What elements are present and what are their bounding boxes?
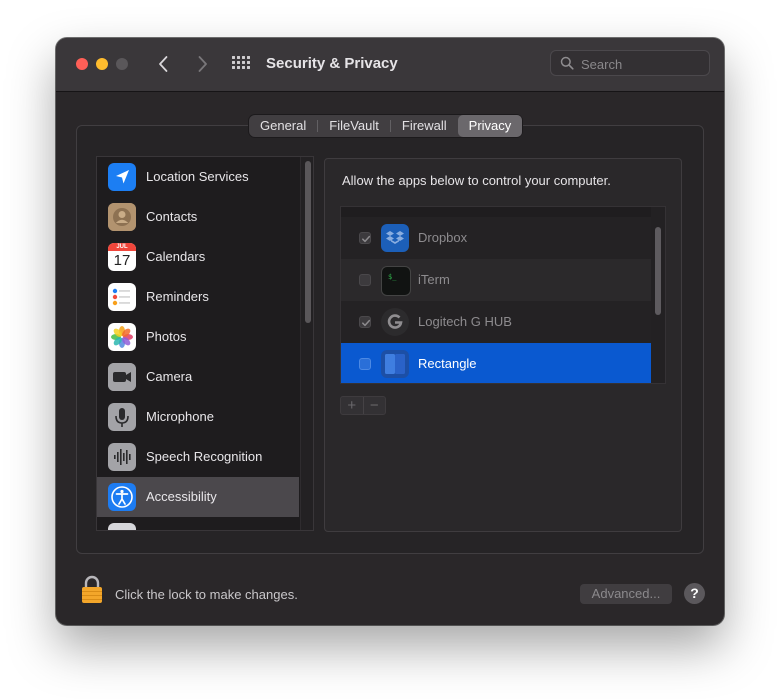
search-input[interactable] xyxy=(579,54,703,74)
panel-description: Allow the apps below to control your com… xyxy=(342,173,611,188)
sidebar-item-speech-recognition[interactable]: Speech Recognition xyxy=(97,437,299,477)
add-app-button[interactable]: + xyxy=(341,397,363,414)
location-arrow-icon xyxy=(108,163,136,191)
sidebar-item-label: Speech Recognition xyxy=(146,449,263,464)
sidebar-item-microphone[interactable]: Microphone xyxy=(97,397,299,437)
accessibility-icon xyxy=(108,483,136,511)
app-list-scroll-thumb[interactable] xyxy=(655,227,661,315)
list-item[interactable]: Dropbox xyxy=(341,217,651,259)
tab-privacy[interactable]: Privacy xyxy=(457,115,523,137)
remove-app-button[interactable]: − xyxy=(364,397,386,414)
sidebar-item-accessibility[interactable]: Accessibility xyxy=(97,477,299,517)
sidebar-item-contacts[interactable]: Contacts xyxy=(97,197,299,237)
checkmark-icon xyxy=(362,319,371,327)
svg-text:$_: $_ xyxy=(388,273,397,281)
zoom-window-button[interactable] xyxy=(116,58,128,70)
sidebar-item-location-services[interactable]: Location Services xyxy=(97,157,299,197)
lock-button[interactable] xyxy=(81,575,103,604)
tab-filevault[interactable]: FileVault xyxy=(318,115,390,137)
sidebar-item-label: Accessibility xyxy=(146,489,217,504)
app-name: Logitech G HUB xyxy=(418,314,512,329)
app-list-scrollbar[interactable] xyxy=(651,207,665,383)
chevron-right-icon xyxy=(198,56,207,72)
privacy-category-list: Location Services Contacts JUL 17 Calend… xyxy=(96,156,314,531)
security-privacy-window: Security & Privacy General FileVault Fir… xyxy=(56,38,724,625)
sidebar-scrollbar[interactable] xyxy=(300,157,313,530)
minimize-window-button[interactable] xyxy=(96,58,108,70)
list-item[interactable]: Rectangle xyxy=(341,343,651,383)
sidebar-item-camera[interactable]: Camera xyxy=(97,357,299,397)
help-button[interactable]: ? xyxy=(684,583,705,604)
sidebar-item-reminders[interactable]: Reminders xyxy=(97,277,299,317)
sidebar-item-calendars[interactable]: JUL 17 Calendars xyxy=(97,237,299,277)
back-button[interactable] xyxy=(154,53,174,75)
calendar-icon: JUL 17 xyxy=(108,243,136,271)
chevron-left-icon xyxy=(159,56,168,72)
tab-general[interactable]: General xyxy=(249,115,317,137)
sidebar-item-label: Reminders xyxy=(146,289,209,304)
sidebar-item-label: Microphone xyxy=(146,409,214,424)
lock-icon xyxy=(82,575,102,603)
add-remove-buttons: + − xyxy=(340,396,386,415)
app-list: Dropbox $_ iTerm Logitech G HUB Rectangl… xyxy=(340,206,666,384)
sidebar-item-label: Photos xyxy=(146,329,187,344)
tab-firewall[interactable]: Firewall xyxy=(391,115,458,137)
app-checkbox[interactable] xyxy=(359,274,371,286)
app-name: Rectangle xyxy=(418,356,477,371)
app-checkbox[interactable] xyxy=(359,358,371,370)
search-field[interactable] xyxy=(550,50,710,76)
list-item[interactable] xyxy=(341,206,651,207)
sidebar-item-label: Calendars xyxy=(146,249,206,264)
rectangle-icon xyxy=(381,350,409,378)
microphone-icon xyxy=(108,403,136,431)
calendar-day: 17 xyxy=(113,252,131,269)
list-item[interactable]: $_ iTerm xyxy=(341,259,651,301)
logitech-g-icon xyxy=(381,308,409,336)
tab-bar: General FileVault Firewall Privacy xyxy=(249,115,523,137)
sidebar-item-label: Location Services xyxy=(146,169,249,184)
sidebar-item-partial[interactable] xyxy=(97,517,299,530)
speech-waveform-icon xyxy=(108,443,136,471)
advanced-button[interactable]: Advanced... xyxy=(580,584,672,604)
calendar-month: JUL xyxy=(108,243,136,251)
search-icon xyxy=(560,56,574,70)
app-checkbox[interactable] xyxy=(359,316,371,328)
title-bar: Security & Privacy xyxy=(56,38,724,92)
contacts-icon xyxy=(108,203,136,231)
app-name: iTerm xyxy=(418,272,450,287)
checkmark-icon xyxy=(362,235,371,243)
sidebar-item-label: Contacts xyxy=(146,209,198,224)
forward-button[interactable] xyxy=(192,53,212,75)
camera-icon xyxy=(108,363,136,391)
close-window-button[interactable] xyxy=(76,58,88,70)
window-title: Security & Privacy xyxy=(266,55,398,72)
list-item[interactable]: Logitech G HUB xyxy=(341,301,651,343)
sidebar-item-photos[interactable]: Photos xyxy=(97,317,299,357)
show-all-grid-button[interactable] xyxy=(232,56,250,70)
sidebar-scroll-thumb[interactable] xyxy=(305,161,311,323)
iterm-icon: $_ xyxy=(381,266,411,296)
photos-icon xyxy=(108,323,136,351)
lock-message: Click the lock to make changes. xyxy=(115,587,298,602)
dropbox-icon xyxy=(381,224,409,252)
app-checkbox[interactable] xyxy=(359,232,371,244)
app-name: Dropbox xyxy=(418,230,468,245)
reminders-icon xyxy=(108,283,136,311)
folder-icon xyxy=(108,523,136,530)
sidebar-item-label: Camera xyxy=(146,369,193,384)
